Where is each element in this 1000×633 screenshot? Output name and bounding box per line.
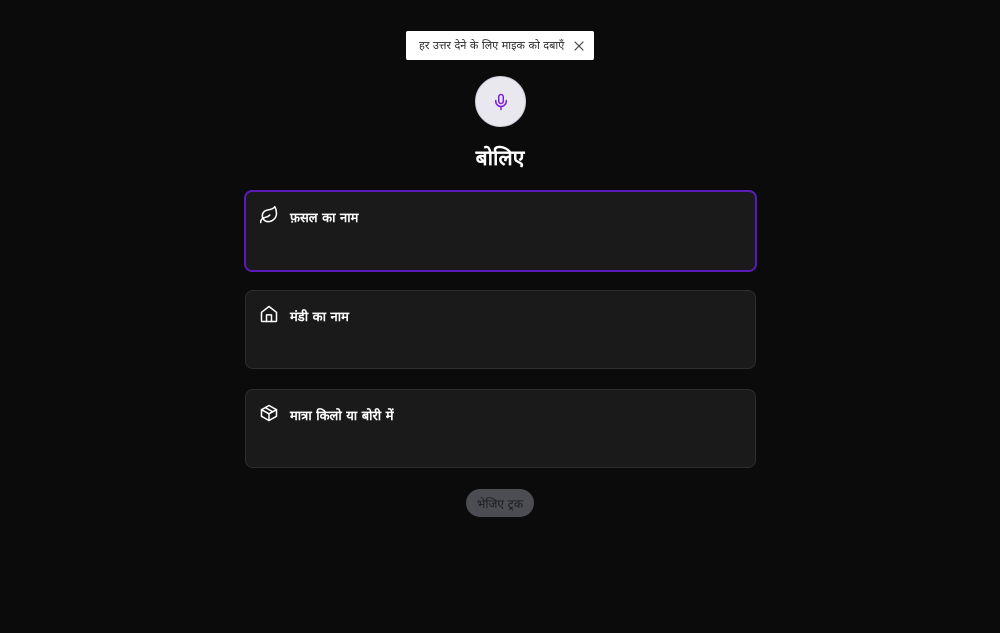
quantity-label: मात्रा किलो या बोरी में bbox=[290, 409, 394, 424]
home-icon bbox=[259, 304, 279, 324]
close-icon[interactable] bbox=[572, 39, 586, 53]
crop-name-label: फ़सल का नाम bbox=[290, 211, 359, 226]
microphone-icon bbox=[492, 93, 510, 111]
voice-form-page: हर उत्तर देने के लिए माइक को दबाएँ बोलिए… bbox=[0, 0, 1000, 633]
hint-tooltip: हर उत्तर देने के लिए माइक को दबाएँ bbox=[406, 31, 594, 60]
quantity-field[interactable]: मात्रा किलो या बोरी में bbox=[245, 389, 756, 468]
page-title: बोलिए bbox=[475, 146, 525, 170]
market-name-field[interactable]: मंडी का नाम bbox=[245, 290, 756, 369]
market-name-label: मंडी का नाम bbox=[290, 310, 349, 325]
hint-tooltip-text: हर उत्तर देने के लिए माइक को दबाएँ bbox=[419, 39, 565, 52]
microphone-button[interactable] bbox=[475, 76, 526, 127]
package-icon bbox=[259, 403, 279, 423]
send-truck-button[interactable]: भेजिए ट्रक bbox=[466, 489, 534, 517]
crop-name-field[interactable]: फ़सल का नाम bbox=[244, 190, 757, 272]
leaf-icon bbox=[259, 205, 279, 225]
